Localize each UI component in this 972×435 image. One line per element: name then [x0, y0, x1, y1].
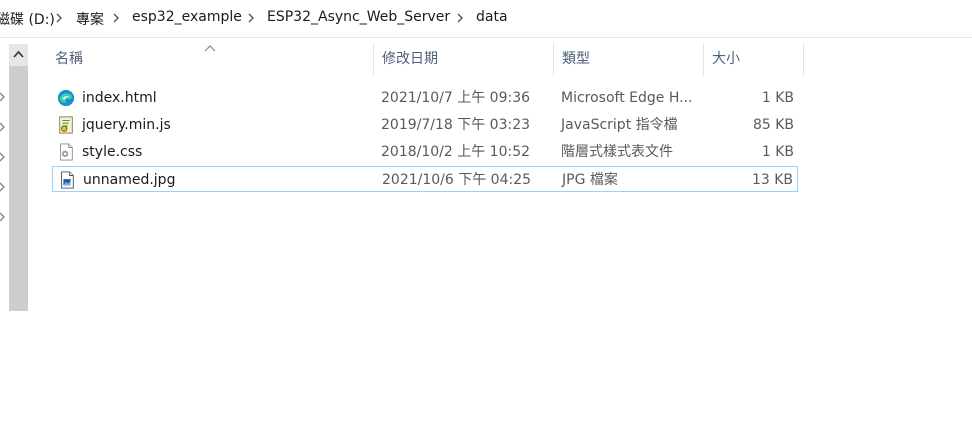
breadcrumb-project[interactable]: 專案: [76, 9, 104, 29]
breadcrumb-esp32-example[interactable]: esp32_example: [132, 9, 242, 25]
expand-arrow-icon[interactable]: [0, 122, 6, 132]
nav-pane-scrollbar[interactable]: [9, 44, 28, 311]
file-name: unnamed.jpg: [83, 172, 176, 188]
chevron-right-icon[interactable]: [50, 9, 68, 27]
chevron-right-icon[interactable]: [451, 9, 469, 27]
edge-icon: [57, 89, 75, 107]
column-header-size[interactable]: 大小: [706, 43, 803, 76]
file-type: JavaScript 指令檔: [561, 117, 678, 133]
breadcrumb-data[interactable]: data: [476, 9, 508, 25]
file-date: 2021/10/6 下午 04:25: [382, 172, 532, 188]
file-type: 階層式樣式表文件: [561, 144, 673, 160]
expand-arrow-icon[interactable]: [0, 182, 6, 192]
image-file-icon: [61, 171, 74, 189]
file-row-selected[interactable]: unnamed.jpg 2021/10/6 下午 04:25 JPG 檔案 13…: [52, 166, 798, 192]
file-size: 13 KB: [751, 172, 793, 188]
css-file-icon: [60, 143, 73, 161]
file-type: JPG 檔案: [562, 172, 618, 188]
file-name: style.css: [82, 144, 143, 160]
column-divider[interactable]: [553, 43, 554, 76]
file-date: 2021/10/7 上午 09:36: [381, 90, 531, 106]
file-name: jquery.min.js: [82, 117, 171, 133]
file-type: Microsoft Edge H...: [561, 90, 693, 106]
chevron-right-icon[interactable]: [107, 9, 125, 27]
file-name: index.html: [82, 90, 157, 106]
column-divider[interactable]: [703, 43, 704, 76]
column-header-date[interactable]: 修改日期: [376, 43, 553, 76]
breadcrumb-async-web-server[interactable]: ESP32_Async_Web_Server: [267, 9, 450, 25]
column-header-name[interactable]: 名稱: [49, 43, 373, 76]
file-size: 85 KB: [752, 117, 794, 133]
script-file-icon: [59, 116, 73, 134]
file-row[interactable]: style.css 2018/10/2 上午 10:52 階層式樣式表文件 1 …: [52, 139, 798, 165]
address-bar[interactable]: 磁碟 (D:) 專案 esp32_example ESP32_Async_Web…: [0, 0, 972, 38]
column-header-type[interactable]: 類型: [556, 43, 703, 76]
expand-arrow-icon[interactable]: [0, 152, 6, 162]
file-size: 1 KB: [761, 144, 794, 160]
file-date: 2018/10/2 上午 10:52: [381, 144, 531, 160]
breadcrumb-drive[interactable]: 磁碟 (D:): [0, 9, 55, 29]
expand-arrow-icon[interactable]: [0, 92, 6, 102]
file-date: 2019/7/18 下午 03:23: [381, 117, 531, 133]
file-row[interactable]: index.html 2021/10/7 上午 09:36 Microsoft …: [52, 85, 798, 111]
file-size: 1 KB: [761, 90, 794, 106]
chevron-right-icon[interactable]: [242, 9, 260, 27]
expand-arrow-icon[interactable]: [0, 212, 6, 222]
column-divider[interactable]: [803, 43, 804, 76]
column-header-row: 名稱 修改日期 類型 大小: [0, 43, 972, 76]
file-row[interactable]: jquery.min.js 2019/7/18 下午 03:23 JavaScr…: [52, 112, 798, 138]
column-divider[interactable]: [373, 43, 374, 76]
